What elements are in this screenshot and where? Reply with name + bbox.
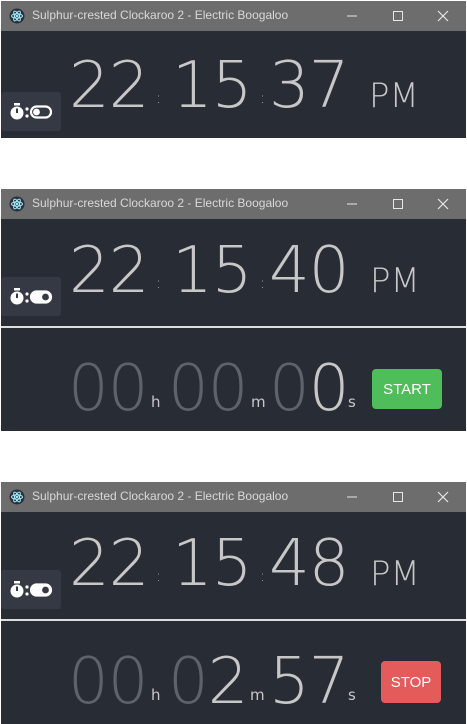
clock-seconds: 37 — [269, 49, 349, 123]
stopwatch-hours-dim: 00 — [68, 352, 148, 426]
clock-seconds: 48 — [269, 527, 349, 601]
maximize-button[interactable] — [375, 482, 421, 512]
stopwatch-seconds-dim: 0 — [269, 352, 310, 426]
clock-display: 22 : 15 : 40 PM — [1, 219, 466, 326]
start-button[interactable]: START — [372, 369, 442, 409]
clock-colon: : — [156, 567, 162, 585]
clock-colon: : — [260, 89, 266, 107]
stopwatch-icon — [10, 581, 24, 598]
electron-atom-icon — [9, 8, 25, 24]
electron-atom-icon — [9, 489, 25, 505]
close-button[interactable] — [420, 1, 466, 31]
clock-hours: 22 — [69, 527, 149, 601]
close-icon — [437, 10, 449, 22]
divider — [1, 619, 466, 621]
clock-window-2: Sulphur-crested Clockaroo 2 - Electric B… — [1, 189, 466, 431]
stop-button[interactable]: STOP — [381, 661, 441, 703]
stopwatch-seconds-lit: 57 — [269, 645, 349, 719]
stopwatch-seconds-unit: s — [348, 393, 356, 411]
clock-window-1: Sulphur-crested Clockaroo 2 - Electric B… — [1, 1, 466, 138]
clock-colon: : — [156, 274, 162, 292]
stopwatch-minutes-dim: 0 — [168, 645, 209, 719]
stopwatch-minutes-lit: 2 — [207, 645, 249, 719]
divider — [1, 326, 466, 328]
stopwatch-hours: 00 — [68, 650, 148, 714]
title-bar[interactable]: Sulphur-crested Clockaroo 2 - Electric B… — [1, 189, 466, 219]
minimize-button[interactable] — [329, 189, 375, 219]
maximize-icon — [393, 492, 403, 502]
clock-colon: : — [156, 89, 162, 107]
stopwatch-minutes-unit: m — [250, 686, 265, 704]
stopwatch-minutes-dim: 00 — [168, 352, 248, 426]
stopwatch-seconds: 00 — [269, 357, 349, 421]
clock-colon: : — [260, 567, 266, 585]
stopwatch-seconds: 57 — [269, 650, 349, 714]
close-button[interactable] — [420, 189, 466, 219]
clock-display: 22 : 15 : 37 PM — [1, 31, 466, 138]
maximize-icon — [393, 11, 403, 21]
electron-atom-icon — [9, 196, 25, 212]
stopwatch-toggle[interactable] — [1, 277, 61, 316]
close-icon — [437, 491, 449, 503]
stopwatch-hours-unit: h — [151, 686, 161, 704]
clock-ampm: PM — [369, 76, 419, 116]
maximize-button[interactable] — [375, 1, 421, 31]
stopwatch-minutes: 00 — [168, 357, 248, 421]
stopwatch-minutes: 02 — [168, 650, 248, 714]
clock-ampm: PM — [370, 261, 420, 301]
stopwatch-hours: 00 — [68, 357, 148, 421]
clock-colon: : — [260, 274, 266, 292]
minimize-icon — [347, 15, 357, 17]
stopwatch-hours-dim: 00 — [68, 645, 148, 719]
stopwatch-icon — [10, 103, 24, 120]
title-bar[interactable]: Sulphur-crested Clockaroo 2 - Electric B… — [1, 1, 466, 31]
stopwatch-minutes-unit: m — [251, 393, 266, 411]
clock-window-3: Sulphur-crested Clockaroo 2 - Electric B… — [1, 482, 466, 724]
clock-hours: 22 — [69, 49, 149, 123]
clock-ampm: PM — [370, 554, 420, 594]
toggle-switch-icon — [29, 290, 53, 304]
minimize-button[interactable] — [329, 1, 375, 31]
stopwatch-seconds-unit: s — [348, 686, 356, 704]
window-title: Sulphur-crested Clockaroo 2 - Electric B… — [32, 196, 289, 210]
window-title: Sulphur-crested Clockaroo 2 - Electric B… — [32, 8, 289, 22]
toggle-switch-icon — [29, 583, 53, 597]
maximize-icon — [393, 199, 403, 209]
clock-minutes: 15 — [172, 527, 252, 601]
stopwatch-toggle[interactable] — [1, 92, 61, 131]
stopwatch-toggle-icon — [10, 288, 53, 305]
stopwatch-toggle-icon — [10, 581, 53, 598]
title-bar[interactable]: Sulphur-crested Clockaroo 2 - Electric B… — [1, 482, 466, 512]
stopwatch-seconds-lit: 0 — [308, 352, 350, 426]
stopwatch-icon — [10, 288, 24, 305]
clock-hours: 22 — [69, 234, 149, 308]
clock-display: 22 : 15 : 48 PM — [1, 512, 466, 619]
minimize-icon — [347, 496, 357, 498]
clock-minutes: 15 — [172, 234, 252, 308]
window-title: Sulphur-crested Clockaroo 2 - Electric B… — [32, 489, 289, 503]
stopwatch-toggle[interactable] — [1, 570, 61, 609]
clock-seconds: 40 — [269, 234, 349, 308]
minimize-button[interactable] — [329, 482, 375, 512]
stopwatch-toggle-icon — [10, 103, 53, 120]
clock-minutes: 15 — [172, 49, 252, 123]
close-button[interactable] — [420, 482, 466, 512]
stopwatch-hours-unit: h — [151, 393, 161, 411]
close-icon — [437, 198, 449, 210]
maximize-button[interactable] — [375, 189, 421, 219]
minimize-icon — [347, 203, 357, 205]
toggle-switch-icon — [29, 105, 53, 119]
